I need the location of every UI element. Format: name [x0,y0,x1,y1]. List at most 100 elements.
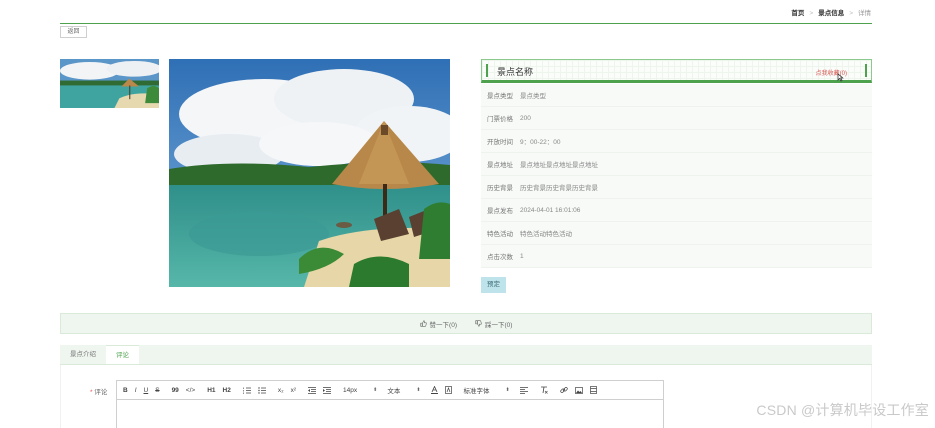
field-value: 200 [520,114,531,122]
superscript-button[interactable]: x² [291,387,296,394]
dislike-button[interactable]: 踩一下(0) [475,319,512,329]
image-icon [574,386,583,394]
link-icon [560,387,568,393]
bullet-list-button[interactable] [258,386,266,394]
back-button[interactable]: 返回 [60,26,87,38]
thumbs-down-icon [475,320,482,327]
tab-introduction[interactable]: 景点介绍 [60,345,106,364]
font-size-value: 14px [343,386,358,394]
clear-format-button[interactable] [540,386,548,394]
ordered-list-icon [243,387,251,394]
thumbnail-image[interactable] [60,59,159,108]
field-label: 门票价格 [487,116,513,123]
field-value: 特色活动特色活动 [520,231,572,238]
blockquote-button[interactable]: 99 [172,387,179,394]
field-row-hours: 开放时间 9：00-22：00 [481,130,872,153]
text-format-select[interactable]: 文本 ⬍ [387,385,420,395]
mouse-cursor-icon [837,73,844,82]
watermark: CSDN @计算机毕设工作室 [756,402,929,418]
font-family-value: 标准字体 [463,388,490,395]
text-color-icon [430,386,438,394]
book-button[interactable]: 预定 [481,277,506,293]
like-button[interactable]: 赞一下(0) [419,319,457,329]
spot-name: 景点名称 [497,67,534,77]
select-caret: ⬍ [373,387,378,393]
top-divider [60,23,872,24]
comment-section: * 评论 B I U S 99 </> H1 H2 x₂ x² 14px ⬍ 文本… [60,365,872,428]
image-button[interactable] [574,386,583,394]
editor-toolbar: B I U S 99 </> H1 H2 x₂ x² 14px ⬍ 文本 ⬍ 标… [117,381,663,400]
comment-label-text: 评论 [94,389,108,396]
field-value: 景点地址景点地址景点地址 [520,162,598,169]
field-value: 2024-04-01 16:01:06 [520,206,581,214]
ordered-list-button[interactable] [243,387,251,394]
field-label: 历史背景 [487,185,513,192]
background-color-icon [444,386,452,394]
spot-title-bar: 景点名称 点我收藏(0) [481,59,872,83]
field-row-activity: 特色活动 特色活动特色活动 [481,222,872,245]
tab-comments[interactable]: 评论 [106,345,139,364]
breadcrumb-home[interactable]: 首页 [791,10,804,17]
field-row-type: 景点类型 景点类型 [481,84,872,107]
outdent-button[interactable] [308,386,317,394]
spot-field-list: 景点类型 景点类型 门票价格 200 开放时间 9：00-22：00 景点地址 景点地址… [481,84,872,268]
field-label: 特色活动 [487,231,513,238]
field-label: 景点发布 [487,208,513,215]
breadcrumb-current: 详情 [858,10,871,17]
field-row-published: 景点发布 2024-04-01 16:01:06 [481,199,872,222]
indent-icon [323,386,332,394]
align-button[interactable] [519,386,528,394]
italic-button[interactable]: I [135,387,137,394]
field-label: 景点地址 [487,162,513,169]
select-caret: ⬍ [505,387,510,393]
main-photo [169,59,450,287]
dislike-label: 踩一下(0) [485,321,513,329]
underline-button[interactable]: U [144,387,149,394]
comment-label: * 评论 [90,386,107,396]
detail-tabs: 景点介绍 评论 [60,345,872,365]
field-value: 景点类型 [520,93,546,100]
bullet-list-icon [258,386,266,394]
heading-2-button[interactable]: H2 [223,387,231,394]
text-color-button[interactable] [430,386,438,394]
field-label: 点击次数 [487,254,513,261]
bold-button[interactable]: B [123,387,128,394]
field-row-clicks: 点击次数 1 [481,245,872,268]
field-row-history: 历史背景 历史背景历史背景历史背景 [481,176,872,199]
font-family-select[interactable]: 标准字体 ⬍ [464,385,510,395]
outdent-icon [308,386,317,394]
title-marker-right [865,64,867,77]
align-icon [519,386,528,394]
field-value: 9：00-22：00 [520,139,561,146]
breadcrumb-separator: > [849,10,853,17]
link-button[interactable] [560,386,568,394]
background-color-button[interactable] [444,386,452,394]
text-format-value: 文本 [387,388,401,395]
field-row-price: 门票价格 200 [481,107,872,130]
video-button[interactable] [589,386,597,394]
video-icon [589,386,597,394]
thumbs-up-icon [419,320,427,327]
breadcrumb: 首页 > 景点信息 > 详情 [791,7,871,17]
select-caret: ⬍ [416,387,421,393]
spot-info-panel: 景点名称 点我收藏(0) 景点类型 景点类型 门票价格 200 开放时间 9：00-2… [481,59,872,268]
field-value: 历史背景历史背景历史背景 [520,185,598,192]
required-mark: * [90,389,93,396]
field-row-address: 景点地址 景点地址景点地址景点地址 [481,153,872,176]
breadcrumb-separator: > [809,10,814,17]
font-size-select[interactable]: 14px ⬍ [343,387,377,394]
strike-button[interactable]: S [155,387,159,394]
vote-bar: 赞一下(0) 踩一下(0) [60,313,872,334]
subscript-button[interactable]: x₂ [278,387,284,394]
indent-button[interactable] [323,386,332,394]
field-label: 开放时间 [487,139,513,146]
field-value: 1 [520,252,524,260]
clear-format-icon [540,386,548,394]
code-block-button[interactable]: </> [186,387,195,394]
like-label: 赞一下(0) [429,321,457,329]
field-label: 景点类型 [487,93,513,100]
breadcrumb-section[interactable]: 景点信息 [818,10,844,17]
comment-editor[interactable]: B I U S 99 </> H1 H2 x₂ x² 14px ⬍ 文本 ⬍ 标… [116,380,664,428]
heading-1-button[interactable]: H1 [207,387,215,394]
title-marker-left [486,64,488,77]
